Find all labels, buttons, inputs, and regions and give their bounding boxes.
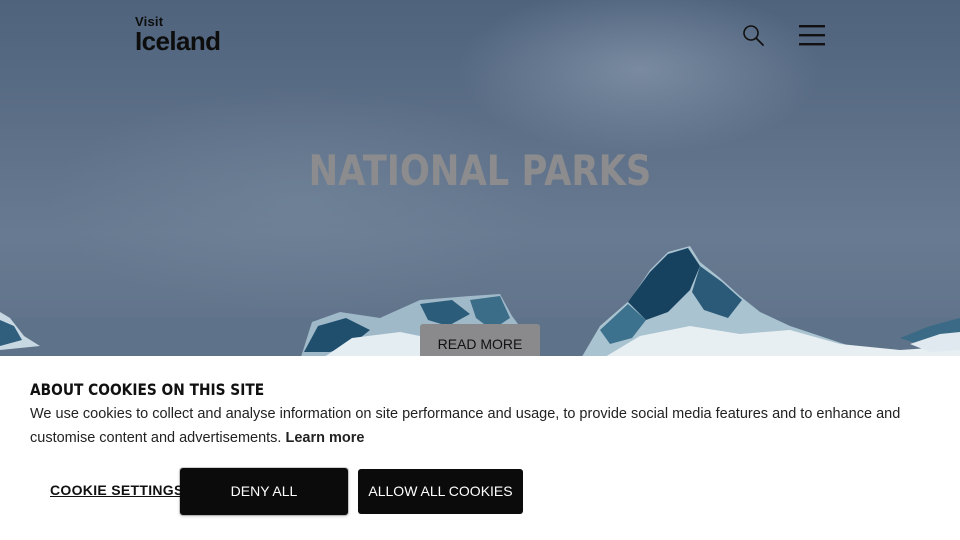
logo-big-text: Iceland — [135, 26, 221, 56]
hero-section: Visit Iceland NATIONAL PARKS READ MORE — [0, 0, 960, 360]
visit-iceland-logo[interactable]: Visit Iceland — [135, 15, 221, 56]
cookie-banner-title: ABOUT COOKIES ON THIS SITE — [30, 380, 265, 399]
read-more-button[interactable]: READ MORE — [420, 324, 540, 360]
page: Visit Iceland NATIONAL PARKS READ MORE A… — [0, 0, 960, 540]
cookie-settings-link[interactable]: COOKIE SETTINGS — [50, 482, 184, 498]
learn-more-link[interactable]: Learn more — [286, 430, 365, 446]
hero-title: NATIONAL PARKS — [308, 146, 652, 195]
cookie-description: We use cookies to collect and analyse in… — [30, 406, 901, 446]
search-icon — [743, 25, 764, 46]
cookie-banner: ABOUT COOKIES ON THIS SITE We use cookie… — [0, 356, 960, 540]
deny-all-button[interactable]: DENY ALL — [180, 468, 348, 515]
search-button[interactable] — [740, 22, 766, 48]
allow-all-cookies-button[interactable]: ALLOW ALL COOKIES — [358, 469, 523, 514]
menu-button[interactable] — [798, 22, 826, 48]
cookie-banner-text: We use cookies to collect and analyse in… — [30, 402, 920, 450]
hamburger-menu-icon — [799, 25, 825, 46]
